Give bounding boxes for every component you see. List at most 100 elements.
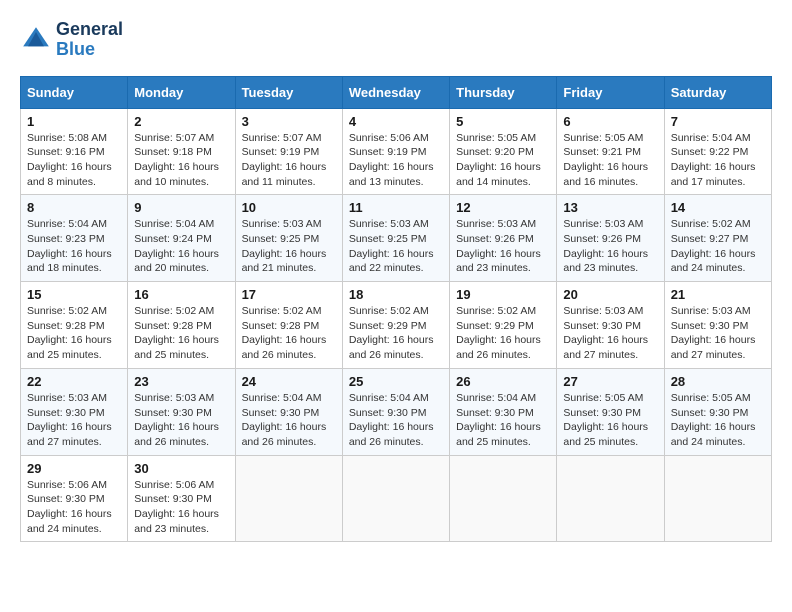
calendar-cell: 13 Sunrise: 5:03 AM Sunset: 9:26 PM Dayl… <box>557 195 664 282</box>
day-number: 25 <box>349 374 443 389</box>
sunrise-text: Sunrise: 5:06 AM <box>134 478 228 493</box>
daylight-text: Daylight: 16 hours and 23 minutes. <box>563 247 657 276</box>
calendar-header: SundayMondayTuesdayWednesdayThursdayFrid… <box>21 76 772 108</box>
calendar-cell: 29 Sunrise: 5:06 AM Sunset: 9:30 PM Dayl… <box>21 455 128 542</box>
day-number: 27 <box>563 374 657 389</box>
calendar-cell: 28 Sunrise: 5:05 AM Sunset: 9:30 PM Dayl… <box>664 368 771 455</box>
calendar-cell <box>235 455 342 542</box>
daylight-text: Daylight: 16 hours and 17 minutes. <box>671 160 765 189</box>
day-number: 19 <box>456 287 550 302</box>
logo-text: General Blue <box>56 20 123 60</box>
logo: General Blue <box>20 20 123 60</box>
calendar-cell: 7 Sunrise: 5:04 AM Sunset: 9:22 PM Dayli… <box>664 108 771 195</box>
day-info: Sunrise: 5:03 AM Sunset: 9:25 PM Dayligh… <box>242 217 336 276</box>
sunrise-text: Sunrise: 5:02 AM <box>671 217 765 232</box>
sunrise-text: Sunrise: 5:03 AM <box>671 304 765 319</box>
day-number: 1 <box>27 114 121 129</box>
day-number: 18 <box>349 287 443 302</box>
sunrise-text: Sunrise: 5:06 AM <box>349 131 443 146</box>
sunrise-text: Sunrise: 5:04 AM <box>349 391 443 406</box>
sunset-text: Sunset: 9:28 PM <box>134 319 228 334</box>
day-number: 26 <box>456 374 550 389</box>
daylight-text: Daylight: 16 hours and 16 minutes. <box>563 160 657 189</box>
daylight-text: Daylight: 16 hours and 27 minutes. <box>27 420 121 449</box>
sunrise-text: Sunrise: 5:02 AM <box>134 304 228 319</box>
header-sunday: Sunday <box>21 76 128 108</box>
day-info: Sunrise: 5:03 AM Sunset: 9:30 PM Dayligh… <box>27 391 121 450</box>
day-number: 29 <box>27 461 121 476</box>
daylight-text: Daylight: 16 hours and 24 minutes. <box>27 507 121 536</box>
day-number: 10 <box>242 200 336 215</box>
day-info: Sunrise: 5:03 AM Sunset: 9:25 PM Dayligh… <box>349 217 443 276</box>
sunset-text: Sunset: 9:25 PM <box>242 232 336 247</box>
day-info: Sunrise: 5:04 AM Sunset: 9:23 PM Dayligh… <box>27 217 121 276</box>
sunset-text: Sunset: 9:29 PM <box>456 319 550 334</box>
calendar-cell <box>342 455 449 542</box>
sunrise-text: Sunrise: 5:07 AM <box>242 131 336 146</box>
calendar-cell: 9 Sunrise: 5:04 AM Sunset: 9:24 PM Dayli… <box>128 195 235 282</box>
calendar-cell: 8 Sunrise: 5:04 AM Sunset: 9:23 PM Dayli… <box>21 195 128 282</box>
sunrise-text: Sunrise: 5:04 AM <box>456 391 550 406</box>
header-saturday: Saturday <box>664 76 771 108</box>
calendar-cell: 26 Sunrise: 5:04 AM Sunset: 9:30 PM Dayl… <box>450 368 557 455</box>
sunset-text: Sunset: 9:19 PM <box>242 145 336 160</box>
sunset-text: Sunset: 9:30 PM <box>671 406 765 421</box>
daylight-text: Daylight: 16 hours and 25 minutes. <box>27 333 121 362</box>
day-info: Sunrise: 5:02 AM Sunset: 9:27 PM Dayligh… <box>671 217 765 276</box>
day-number: 16 <box>134 287 228 302</box>
day-number: 28 <box>671 374 765 389</box>
daylight-text: Daylight: 16 hours and 27 minutes. <box>671 333 765 362</box>
day-number: 11 <box>349 200 443 215</box>
day-info: Sunrise: 5:02 AM Sunset: 9:29 PM Dayligh… <box>456 304 550 363</box>
calendar-cell: 21 Sunrise: 5:03 AM Sunset: 9:30 PM Dayl… <box>664 282 771 369</box>
day-info: Sunrise: 5:07 AM Sunset: 9:18 PM Dayligh… <box>134 131 228 190</box>
daylight-text: Daylight: 16 hours and 27 minutes. <box>563 333 657 362</box>
sunrise-text: Sunrise: 5:05 AM <box>671 391 765 406</box>
day-info: Sunrise: 5:05 AM Sunset: 9:30 PM Dayligh… <box>671 391 765 450</box>
day-info: Sunrise: 5:05 AM Sunset: 9:30 PM Dayligh… <box>563 391 657 450</box>
calendar-cell: 22 Sunrise: 5:03 AM Sunset: 9:30 PM Dayl… <box>21 368 128 455</box>
sunset-text: Sunset: 9:23 PM <box>27 232 121 247</box>
day-number: 21 <box>671 287 765 302</box>
day-info: Sunrise: 5:03 AM Sunset: 9:26 PM Dayligh… <box>456 217 550 276</box>
calendar-week-2: 8 Sunrise: 5:04 AM Sunset: 9:23 PM Dayli… <box>21 195 772 282</box>
day-info: Sunrise: 5:03 AM Sunset: 9:30 PM Dayligh… <box>563 304 657 363</box>
sunset-text: Sunset: 9:22 PM <box>671 145 765 160</box>
sunset-text: Sunset: 9:30 PM <box>134 492 228 507</box>
calendar-cell: 20 Sunrise: 5:03 AM Sunset: 9:30 PM Dayl… <box>557 282 664 369</box>
day-number: 24 <box>242 374 336 389</box>
sunrise-text: Sunrise: 5:04 AM <box>134 217 228 232</box>
day-number: 13 <box>563 200 657 215</box>
calendar-body: 1 Sunrise: 5:08 AM Sunset: 9:16 PM Dayli… <box>21 108 772 542</box>
daylight-text: Daylight: 16 hours and 18 minutes. <box>27 247 121 276</box>
day-info: Sunrise: 5:02 AM Sunset: 9:28 PM Dayligh… <box>134 304 228 363</box>
day-info: Sunrise: 5:04 AM Sunset: 9:22 PM Dayligh… <box>671 131 765 190</box>
sunrise-text: Sunrise: 5:04 AM <box>242 391 336 406</box>
sunset-text: Sunset: 9:25 PM <box>349 232 443 247</box>
calendar-cell: 24 Sunrise: 5:04 AM Sunset: 9:30 PM Dayl… <box>235 368 342 455</box>
day-info: Sunrise: 5:06 AM Sunset: 9:30 PM Dayligh… <box>134 478 228 537</box>
day-info: Sunrise: 5:03 AM Sunset: 9:30 PM Dayligh… <box>671 304 765 363</box>
daylight-text: Daylight: 16 hours and 10 minutes. <box>134 160 228 189</box>
day-info: Sunrise: 5:06 AM Sunset: 9:19 PM Dayligh… <box>349 131 443 190</box>
calendar-cell: 12 Sunrise: 5:03 AM Sunset: 9:26 PM Dayl… <box>450 195 557 282</box>
sunset-text: Sunset: 9:30 PM <box>242 406 336 421</box>
sunset-text: Sunset: 9:27 PM <box>671 232 765 247</box>
day-number: 23 <box>134 374 228 389</box>
sunrise-text: Sunrise: 5:07 AM <box>134 131 228 146</box>
day-number: 17 <box>242 287 336 302</box>
sunrise-text: Sunrise: 5:03 AM <box>242 217 336 232</box>
calendar-cell: 6 Sunrise: 5:05 AM Sunset: 9:21 PM Dayli… <box>557 108 664 195</box>
daylight-text: Daylight: 16 hours and 25 minutes. <box>134 333 228 362</box>
sunrise-text: Sunrise: 5:02 AM <box>456 304 550 319</box>
calendar-cell: 11 Sunrise: 5:03 AM Sunset: 9:25 PM Dayl… <box>342 195 449 282</box>
sunrise-text: Sunrise: 5:04 AM <box>671 131 765 146</box>
day-info: Sunrise: 5:03 AM Sunset: 9:30 PM Dayligh… <box>134 391 228 450</box>
daylight-text: Daylight: 16 hours and 24 minutes. <box>671 420 765 449</box>
day-number: 20 <box>563 287 657 302</box>
calendar-cell <box>664 455 771 542</box>
logo-icon <box>20 24 52 56</box>
sunrise-text: Sunrise: 5:03 AM <box>134 391 228 406</box>
page-header: General Blue <box>20 20 772 60</box>
daylight-text: Daylight: 16 hours and 22 minutes. <box>349 247 443 276</box>
